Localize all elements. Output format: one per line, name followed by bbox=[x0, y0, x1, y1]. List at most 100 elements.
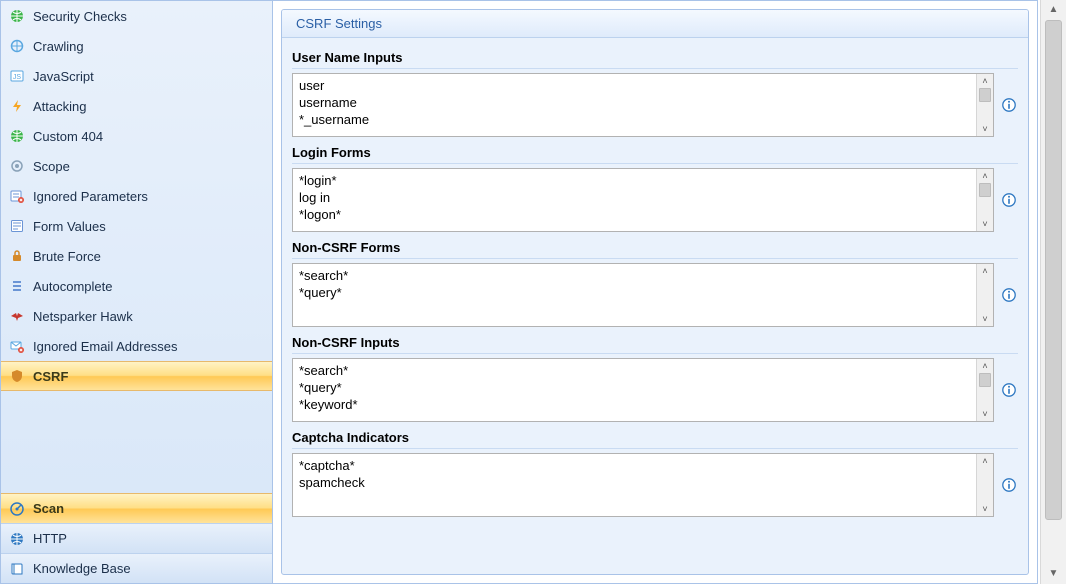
field-row: ˄˅ bbox=[292, 168, 1018, 232]
scroll-down-arrow-icon[interactable]: ˅ bbox=[977, 502, 993, 516]
scroll-up-arrow-icon[interactable]: ▲ bbox=[1041, 0, 1066, 20]
js-icon: JS bbox=[9, 68, 25, 84]
scroll-thumb[interactable] bbox=[979, 373, 991, 387]
sidebar-item-label: Attacking bbox=[33, 99, 86, 114]
category-label: HTTP bbox=[33, 531, 67, 546]
field-scrollbar[interactable]: ˄˅ bbox=[976, 169, 993, 231]
window-scrollbar[interactable]: ▲ ▼ bbox=[1040, 0, 1066, 584]
category-scan[interactable]: Scan bbox=[1, 493, 272, 523]
category-label: Scan bbox=[33, 501, 64, 516]
sidebar-item-ignored-email-addresses[interactable]: Ignored Email Addresses bbox=[1, 331, 272, 361]
field-non-csrf-inputs: Non-CSRF Inputs˄˅ bbox=[292, 333, 1018, 422]
sidebar-item-scope[interactable]: Scope bbox=[1, 151, 272, 181]
field-scrollbar[interactable]: ˄˅ bbox=[976, 74, 993, 136]
scroll-down-arrow-icon[interactable]: ˅ bbox=[977, 312, 993, 326]
scroll-up-arrow-icon[interactable]: ˄ bbox=[977, 359, 993, 373]
field-non-csrf-forms: Non-CSRF Forms˄˅ bbox=[292, 238, 1018, 327]
globe-icon bbox=[9, 128, 25, 144]
scroll-thumb[interactable] bbox=[1045, 20, 1062, 520]
globe-icon bbox=[9, 531, 25, 547]
app-window: Security Checks Crawling JSJavaScript Attac… bbox=[0, 0, 1038, 584]
field-captcha-indicators: Captcha Indicators˄˅ bbox=[292, 428, 1018, 517]
scroll-down-arrow-icon[interactable]: ˅ bbox=[977, 122, 993, 136]
field-user-name-inputs: User Name Inputs˄˅ bbox=[292, 48, 1018, 137]
sidebar-item-brute-force[interactable]: Brute Force bbox=[1, 241, 272, 271]
field-input-login-forms[interactable] bbox=[293, 169, 976, 231]
sidebar-item-csrf[interactable]: CSRF bbox=[1, 361, 272, 391]
scroll-track[interactable] bbox=[977, 88, 993, 122]
sidebar-category-list: Scan HTTP Knowledge Base bbox=[1, 493, 272, 583]
sidebar-item-autocomplete[interactable]: Autocomplete bbox=[1, 271, 272, 301]
hawk-icon bbox=[9, 308, 25, 324]
field-scrollbar[interactable]: ˄˅ bbox=[976, 359, 993, 421]
scroll-track[interactable] bbox=[1041, 20, 1066, 564]
sidebar-item-attacking[interactable]: Attacking bbox=[1, 91, 272, 121]
field-input-non-csrf-forms[interactable] bbox=[293, 264, 976, 326]
sidebar-item-label: Ignored Email Addresses bbox=[33, 339, 178, 354]
book-icon bbox=[9, 561, 25, 577]
field-box: ˄˅ bbox=[292, 168, 994, 232]
field-box: ˄˅ bbox=[292, 453, 994, 517]
sidebar-item-netsparker-hawk[interactable]: Netsparker Hawk bbox=[1, 301, 272, 331]
sidebar-item-label: Security Checks bbox=[33, 9, 127, 24]
sidebar-item-label: Custom 404 bbox=[33, 129, 103, 144]
scroll-down-arrow-icon[interactable]: ▼ bbox=[1041, 564, 1066, 584]
scroll-track[interactable] bbox=[977, 468, 993, 502]
field-label: Captcha Indicators bbox=[292, 428, 1018, 449]
field-label: Login Forms bbox=[292, 143, 1018, 164]
sidebar-item-form-values[interactable]: Form Values bbox=[1, 211, 272, 241]
sidebar-item-label: Scope bbox=[33, 159, 70, 174]
sidebar-item-custom-404[interactable]: Custom 404 bbox=[1, 121, 272, 151]
field-login-forms: Login Forms˄˅ bbox=[292, 143, 1018, 232]
field-scrollbar[interactable]: ˄˅ bbox=[976, 264, 993, 326]
category-label: Knowledge Base bbox=[33, 561, 131, 576]
info-icon[interactable] bbox=[1000, 383, 1018, 397]
settings-panel: CSRF Settings User Name Inputs˄˅Login Fo… bbox=[281, 9, 1029, 575]
info-icon[interactable] bbox=[1000, 288, 1018, 302]
field-row: ˄˅ bbox=[292, 263, 1018, 327]
sidebar-item-label: Autocomplete bbox=[33, 279, 113, 294]
scroll-thumb[interactable] bbox=[979, 183, 991, 197]
sidebar-item-label: Form Values bbox=[33, 219, 106, 234]
sidebar-item-javascript[interactable]: JSJavaScript bbox=[1, 61, 272, 91]
mail-x-icon bbox=[9, 338, 25, 354]
sidebar-item-security-checks[interactable]: Security Checks bbox=[1, 1, 272, 31]
scroll-down-arrow-icon[interactable]: ˅ bbox=[977, 407, 993, 421]
sidebar-item-ignored-parameters[interactable]: Ignored Parameters bbox=[1, 181, 272, 211]
category-knowledge-base[interactable]: Knowledge Base bbox=[1, 553, 272, 583]
field-scrollbar[interactable]: ˄˅ bbox=[976, 454, 993, 516]
info-icon[interactable] bbox=[1000, 193, 1018, 207]
sidebar-item-label: Brute Force bbox=[33, 249, 101, 264]
scroll-track[interactable] bbox=[977, 278, 993, 312]
scroll-down-arrow-icon[interactable]: ˅ bbox=[977, 217, 993, 231]
sidebar-item-label: Crawling bbox=[33, 39, 84, 54]
scroll-up-arrow-icon[interactable]: ˄ bbox=[977, 169, 993, 183]
field-row: ˄˅ bbox=[292, 73, 1018, 137]
scroll-up-arrow-icon[interactable]: ˄ bbox=[977, 454, 993, 468]
scroll-up-arrow-icon[interactable]: ˄ bbox=[977, 264, 993, 278]
scroll-track[interactable] bbox=[977, 373, 993, 407]
target-icon bbox=[9, 158, 25, 174]
globe-icon bbox=[9, 8, 25, 24]
settings-panel-title: CSRF Settings bbox=[282, 10, 1028, 38]
form-icon bbox=[9, 218, 25, 234]
list-icon bbox=[9, 278, 25, 294]
bolt-icon bbox=[9, 98, 25, 114]
scroll-up-arrow-icon[interactable]: ˄ bbox=[977, 74, 993, 88]
radar-icon bbox=[9, 501, 25, 517]
sidebar-nav-list: Security Checks Crawling JSJavaScript Attac… bbox=[1, 1, 272, 493]
category-http[interactable]: HTTP bbox=[1, 523, 272, 553]
scroll-thumb[interactable] bbox=[979, 88, 991, 102]
field-input-captcha-indicators[interactable] bbox=[293, 454, 976, 516]
field-row: ˄˅ bbox=[292, 358, 1018, 422]
sidebar-item-label: CSRF bbox=[33, 369, 68, 384]
field-box: ˄˅ bbox=[292, 73, 994, 137]
svg-text:JS: JS bbox=[13, 74, 22, 81]
info-icon[interactable] bbox=[1000, 478, 1018, 492]
sidebar-item-crawling[interactable]: Crawling bbox=[1, 31, 272, 61]
info-icon[interactable] bbox=[1000, 98, 1018, 112]
field-input-non-csrf-inputs[interactable] bbox=[293, 359, 976, 421]
field-input-user-name-inputs[interactable] bbox=[293, 74, 976, 136]
sidebar-item-label: Netsparker Hawk bbox=[33, 309, 133, 324]
scroll-track[interactable] bbox=[977, 183, 993, 217]
